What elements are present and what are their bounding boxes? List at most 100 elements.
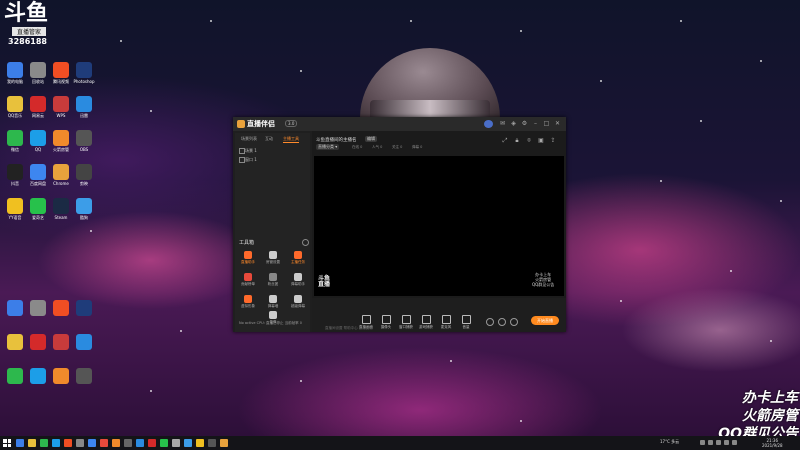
taskbar-app-icon[interactable] <box>196 439 204 447</box>
desktop-icon[interactable]: 迅雷 <box>73 96 95 119</box>
taskbar-app-icon[interactable] <box>208 439 216 447</box>
skin-icon[interactable]: ◈ <box>510 120 517 127</box>
taskbar-app-icon[interactable] <box>28 439 36 447</box>
camera-icon[interactable]: ⌾ <box>526 138 532 144</box>
tool-item[interactable]: 弹幕墙 <box>262 295 284 309</box>
taskbar-app-icon[interactable] <box>16 439 24 447</box>
desktop-icon[interactable]: 百度网盘 <box>27 164 49 187</box>
toolbox-info-icon[interactable] <box>302 239 309 246</box>
desktop-icon[interactable]: QQ <box>27 130 49 153</box>
tool-item[interactable]: 弹幕助手 <box>287 273 309 287</box>
edit-title-button[interactable]: 编辑 <box>365 136 377 142</box>
taskbar-app-icon[interactable] <box>124 439 132 447</box>
taskbar-app-icon[interactable] <box>88 439 96 447</box>
desktop-icon[interactable]: Steam <box>50 198 72 221</box>
desktop-icon[interactable]: 酷狗 <box>73 198 95 221</box>
desktop-icon[interactable] <box>73 368 95 384</box>
scene-item[interactable]: 场景 1 <box>245 148 257 154</box>
version-badge[interactable]: 3.0 <box>285 120 298 127</box>
desktop-icon[interactable]: QQ音乐 <box>4 96 26 119</box>
volume-icon[interactable] <box>724 440 729 445</box>
desktop-icon[interactable]: Chrome <box>50 164 72 187</box>
taskbar-app-icon[interactable] <box>40 439 48 447</box>
system-clock[interactable]: 21:36 2021/9/28 <box>762 438 783 448</box>
category-dropdown[interactable]: 直播分类 ▾ <box>316 144 340 150</box>
scene-item[interactable]: 窗口 1 <box>245 157 257 163</box>
desktop-icon[interactable] <box>4 300 26 316</box>
desktop-icon[interactable] <box>4 368 26 384</box>
tab-tools[interactable]: 主播工具 <box>283 136 299 143</box>
taskbar-app-icon[interactable] <box>76 439 84 447</box>
desktop-icon[interactable]: 网易云 <box>27 96 49 119</box>
tool-item[interactable]: 主播任务 <box>287 251 309 265</box>
desktop-icon[interactable] <box>73 334 95 350</box>
desktop-icon[interactable]: 剪映 <box>73 164 95 187</box>
weather-widget[interactable]: 17°C 多云 <box>660 439 679 445</box>
tool-item[interactable]: 超级弹幕 <box>287 295 309 309</box>
desktop-icon[interactable]: 微信 <box>4 130 26 153</box>
tool-item[interactable]: 粉丝团 <box>262 273 284 287</box>
desktop-icon[interactable]: OBS <box>73 130 95 153</box>
settings-icon[interactable]: ⚙ <box>521 120 528 127</box>
control-camera[interactable]: 摄像头 <box>378 315 394 330</box>
tab-scenes[interactable]: 场景列表 <box>241 136 257 142</box>
record-icon[interactable] <box>486 318 494 326</box>
taskbar-app-icon[interactable] <box>160 439 168 447</box>
desktop-icon[interactable]: 火箭房管 <box>50 130 72 153</box>
settings-icon[interactable] <box>510 318 518 326</box>
desktop-icon[interactable] <box>50 334 72 350</box>
taskbar-app-icon[interactable] <box>64 439 72 447</box>
tool-item[interactable]: 虚拟形象 <box>237 295 259 309</box>
stream-preview[interactable]: 斗鱼 直播 办卡上车 火箭房管 QQ群见公告 <box>314 156 564 296</box>
desktop-icon[interactable] <box>50 300 72 316</box>
network-icon[interactable] <box>716 440 721 445</box>
control-volume[interactable]: 音量 <box>458 315 474 330</box>
desktop-icon[interactable] <box>27 300 49 316</box>
desktop-icon[interactable] <box>73 300 95 316</box>
taskbar-app-icon[interactable] <box>220 439 228 447</box>
room-title[interactable]: 斗鱼直播间的主播名 <box>316 137 357 143</box>
desktop-icon[interactable]: 我的电脑 <box>4 62 26 85</box>
taskbar-app-icon[interactable] <box>148 439 156 447</box>
tab-interact[interactable]: 互动 <box>265 136 273 142</box>
taskbar-app-icon[interactable] <box>52 439 60 447</box>
taskbar-app-icon[interactable] <box>184 439 192 447</box>
desktop-icon[interactable]: YY语音 <box>4 198 26 221</box>
lock-icon[interactable]: 🔒︎ <box>514 138 520 144</box>
desktop-icon[interactable]: 爱奇艺 <box>27 198 49 221</box>
desktop-icon[interactable]: 腾讯视频 <box>50 62 72 85</box>
user-avatar[interactable] <box>484 120 493 128</box>
input-method-icon[interactable] <box>732 440 737 445</box>
maximize-icon[interactable]: □ <box>543 120 550 127</box>
share-icon[interactable]: ⇪ <box>550 138 556 144</box>
tool-item[interactable]: 房管设置 <box>262 251 284 265</box>
tool-item[interactable]: 贡献榜单 <box>237 273 259 287</box>
fullscreen-icon[interactable]: ⤢ <box>502 138 508 144</box>
desktop-icon[interactable] <box>50 368 72 384</box>
taskbar-app-icon[interactable] <box>112 439 120 447</box>
taskbar-app-icon[interactable] <box>100 439 108 447</box>
desktop-icon[interactable]: WPS <box>50 96 72 119</box>
minimize-icon[interactable]: – <box>532 120 539 127</box>
record-icon[interactable]: ▣ <box>538 138 544 144</box>
control-window[interactable]: 窗口捕获 <box>398 315 414 330</box>
desktop-icon[interactable]: Photoshop <box>73 62 95 85</box>
desktop-icon[interactable]: 抖音 <box>4 164 26 187</box>
control-mic[interactable]: 麦克风 <box>438 315 454 330</box>
streamer-profile[interactable]: 斗鱼 直播管家 3286188 <box>4 2 56 54</box>
window-titlebar[interactable]: 直播伴侣 3.0 ✉ ◈ ⚙ – □ ✕ <box>233 117 566 131</box>
screenshot-icon[interactable] <box>498 318 506 326</box>
desktop-icon[interactable] <box>27 334 49 350</box>
close-icon[interactable]: ✕ <box>554 120 561 127</box>
start-live-button[interactable]: 开始直播 <box>531 316 559 325</box>
footer-links[interactable]: 直播间设置 帮助中心 意见反馈 <box>325 326 373 331</box>
desktop-icon[interactable]: 回收站 <box>27 62 49 85</box>
tool-item[interactable]: 直播助手 <box>237 251 259 265</box>
tray-icon[interactable] <box>708 440 713 445</box>
message-icon[interactable]: ✉ <box>499 120 506 127</box>
desktop-icon[interactable] <box>4 334 26 350</box>
tray-icon[interactable] <box>700 440 705 445</box>
windows-start-icon[interactable] <box>3 439 11 447</box>
control-game[interactable]: 游戏捕获 <box>418 315 434 330</box>
desktop-icon[interactable] <box>27 368 49 384</box>
